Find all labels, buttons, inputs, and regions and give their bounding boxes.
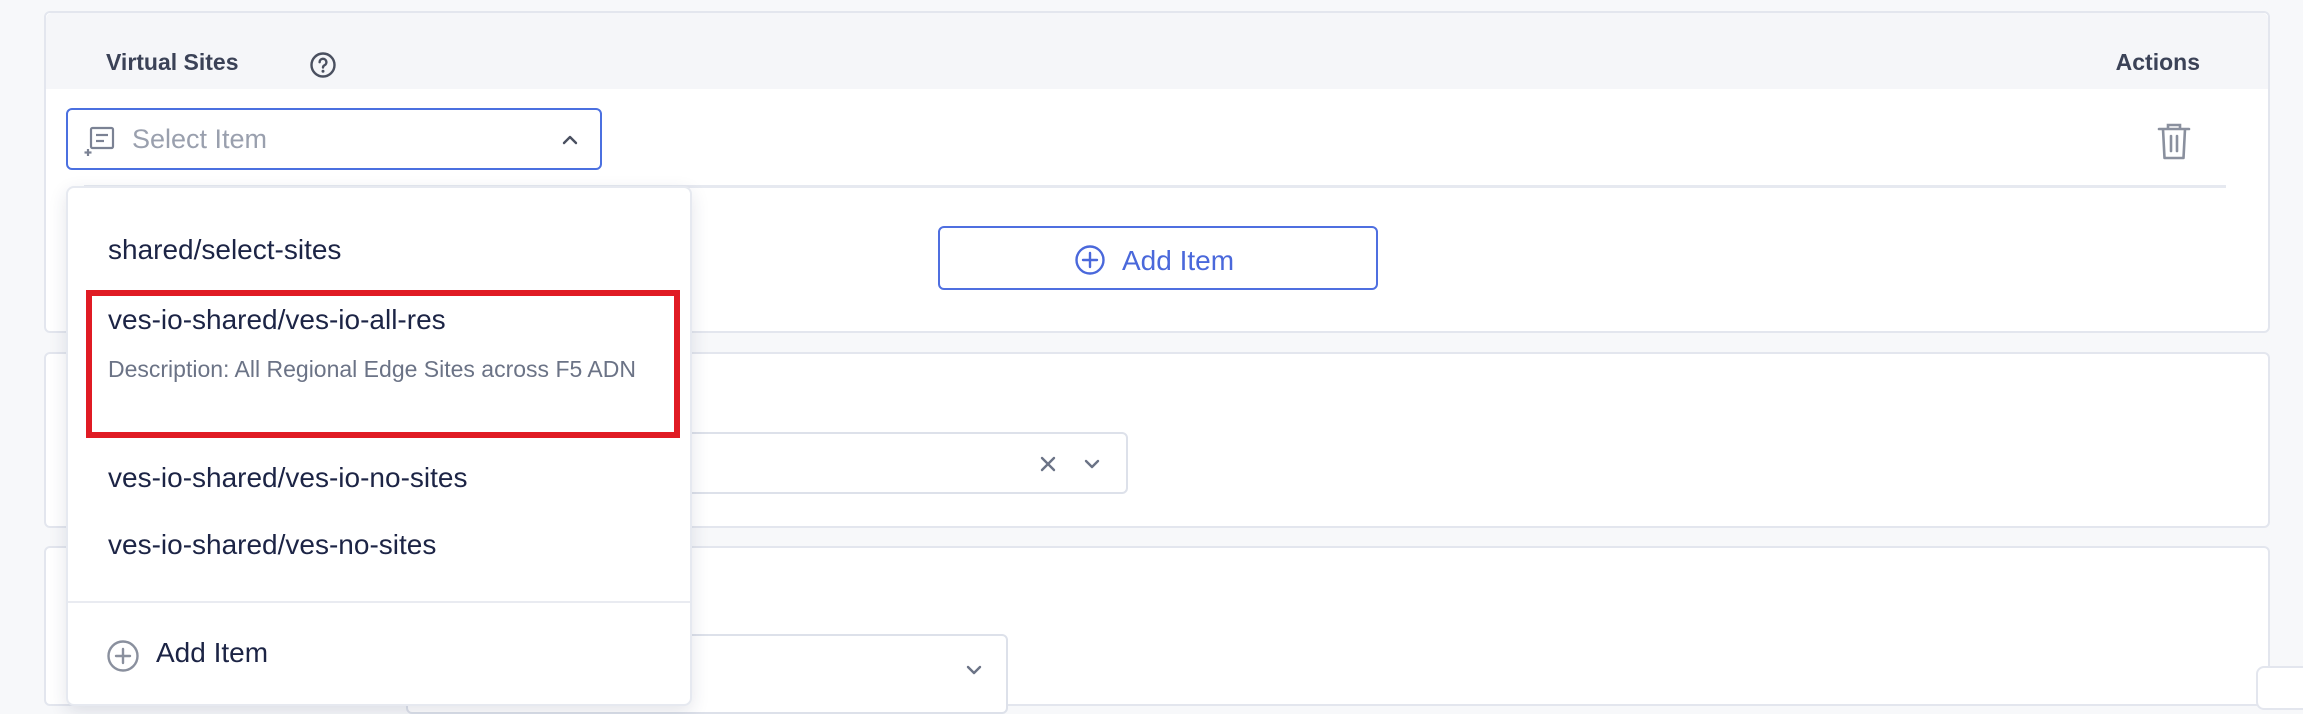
- highlight-box: [86, 290, 680, 438]
- plus-circle-icon: [1075, 245, 1105, 275]
- select-dropdown-menu: shared/select-sites ves-io-shared/ves-io…: [66, 186, 692, 706]
- virtual-sites-table-header: Virtual Sites Actions: [46, 13, 2268, 89]
- list-select-icon: [84, 126, 115, 156]
- dropdown-add-item-label[interactable]: Add Item: [156, 637, 268, 669]
- corner-widget[interactable]: [2256, 666, 2303, 710]
- virtual-site-select[interactable]: Select Item: [66, 108, 602, 170]
- add-item-button[interactable]: Add Item: [938, 226, 1378, 290]
- chevron-down-icon[interactable]: [964, 660, 984, 680]
- trash-icon[interactable]: [2156, 121, 2192, 161]
- help-icon[interactable]: [309, 51, 337, 79]
- add-item-label: Add Item: [1122, 245, 1235, 276]
- chevron-down-icon[interactable]: [1082, 454, 1102, 474]
- dropdown-option[interactable]: shared/select-sites: [108, 234, 341, 266]
- dropdown-divider: [68, 601, 690, 603]
- chevron-up-icon[interactable]: [560, 130, 580, 150]
- plus-circle-icon[interactable]: [106, 639, 140, 673]
- dropdown-option[interactable]: ves-io-shared/ves-no-sites: [108, 529, 436, 561]
- actions-column-header: Actions: [2115, 49, 2200, 75]
- clear-x-icon[interactable]: [1038, 454, 1058, 474]
- select-placeholder: Select Item: [132, 124, 268, 154]
- virtual-sites-title: Virtual Sites: [106, 49, 239, 75]
- dropdown-option[interactable]: ves-io-shared/ves-io-no-sites: [108, 462, 467, 494]
